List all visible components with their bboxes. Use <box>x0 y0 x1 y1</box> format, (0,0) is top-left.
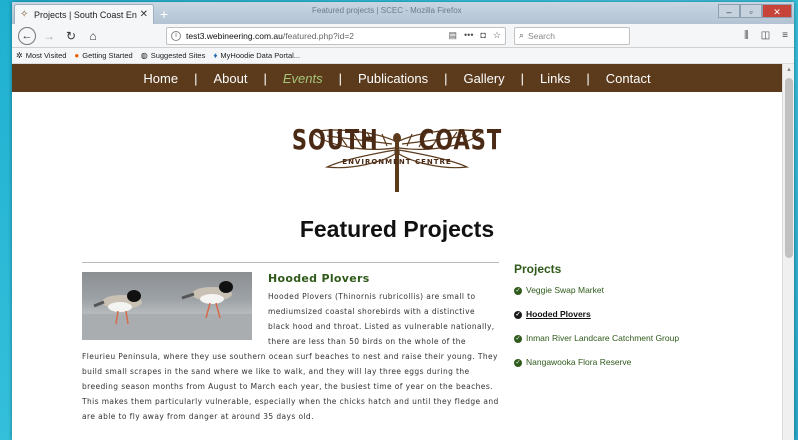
divider <box>82 262 499 263</box>
project-link-nangawooka[interactable]: ✓ Nangawooka Flora Reserve <box>514 356 684 368</box>
minimize-icon[interactable]: – <box>718 4 740 18</box>
project-link-inman-river[interactable]: ✓ Inman River Landcare Catchment Group <box>514 332 684 344</box>
firefox-icon: ● <box>74 51 80 60</box>
tab-bar: ✧ Projects | South Coast Environ ✕ + Fea… <box>12 2 794 24</box>
project-link-hooded-plovers[interactable]: ✓ Hooded Plovers <box>514 308 684 320</box>
bookmark-most-visited[interactable]: ✲ Most Visited <box>16 51 66 60</box>
reload-icon[interactable]: ↻ <box>62 27 80 45</box>
pocket-icon[interactable]: ◘ <box>480 30 485 41</box>
nav-gallery[interactable]: Gallery <box>447 71 520 86</box>
sidebar-toggle-icon[interactable]: ◫ <box>761 30 770 41</box>
hooded-plovers-photo <box>82 272 252 340</box>
gear-icon: ✲ <box>16 51 23 60</box>
home-icon[interactable]: ⌂ <box>84 27 102 45</box>
menu-icon[interactable]: ≡ <box>782 30 788 41</box>
site-logo[interactable]: SOUTH COAST ENVIRONMENT CENTRE <box>12 92 782 196</box>
search-icon: ⌕ <box>519 30 525 40</box>
url-host: test3.webineering.com.au <box>186 30 283 41</box>
globe-icon: ◍ <box>140 51 148 60</box>
library-icon[interactable]: ⫼ <box>744 30 749 41</box>
page-title: Featured Projects <box>299 216 495 242</box>
nav-links[interactable]: Links <box>524 71 586 86</box>
nav-about[interactable]: About <box>197 71 263 86</box>
article-hooded-plovers: Hooded Plovers Hooded Plovers (Thinornis… <box>82 272 499 424</box>
nav-publications[interactable]: Publications <box>342 71 444 86</box>
forward-icon[interactable]: → <box>40 27 58 45</box>
bookmark-myhoodie[interactable]: ♦ MyHoodie Data Portal... <box>213 51 300 60</box>
page-scrollbar[interactable]: ▲ <box>782 64 794 440</box>
site-info-icon[interactable]: i <box>171 30 181 41</box>
bookmark-star-icon[interactable]: ☆ <box>493 30 501 41</box>
check-circle-icon: ✓ <box>514 334 522 343</box>
maximize-icon[interactable]: ▫ <box>740 4 762 18</box>
check-circle-icon: ✓ <box>514 286 522 295</box>
reader-view-icon[interactable]: ▤ <box>449 30 458 41</box>
web-page: Home | About | Events | Publications | Galle… <box>12 64 782 440</box>
bird-icon: ♦ <box>213 51 218 60</box>
project-link-veggie-swap[interactable]: ✓ Veggie Swap Market <box>514 284 684 296</box>
url-bar[interactable]: i test3.webineering.com.au /featured.php… <box>166 26 506 45</box>
close-window-icon[interactable]: ✕ <box>762 4 792 18</box>
dragonfly-favicon-icon: ✧ <box>20 8 29 20</box>
tab-title: Projects | South Coast Environ <box>34 9 137 20</box>
search-box[interactable]: ⌕ Search <box>514 26 630 45</box>
logo-wordmark: SOUTH COAST <box>291 124 503 156</box>
bookmark-suggested-sites[interactable]: ◍ Suggested Sites <box>141 51 206 60</box>
nav-events[interactable]: Events <box>267 71 339 86</box>
tab-projects[interactable]: ✧ Projects | South Coast Environ ✕ <box>14 4 154 24</box>
bookmarks-toolbar: ✲ Most Visited ● Getting Started ◍ Suggeste… <box>12 48 794 64</box>
scroll-up-icon[interactable]: ▲ <box>783 64 794 76</box>
url-path: /featured.php?id=2 <box>282 30 355 41</box>
check-circle-icon: ✓ <box>514 310 522 319</box>
check-circle-icon: ✓ <box>514 358 522 367</box>
logo-subtitle: ENVIRONMENT CENTRE <box>342 158 452 166</box>
site-navigation: Home | About | Events | Publications | Galle… <box>12 64 782 92</box>
search-placeholder: Search <box>528 30 555 41</box>
projects-sidebar: Projects ✓ Veggie Swap Market ✓ Hooded Plo… <box>514 262 684 380</box>
sidebar-title: Projects <box>514 262 562 276</box>
window-controls: – ▫ ✕ <box>718 4 792 18</box>
nav-home[interactable]: Home <box>127 71 194 86</box>
close-tab-icon[interactable]: ✕ <box>140 9 148 20</box>
back-icon[interactable]: ← <box>18 26 36 45</box>
new-tab-icon[interactable]: + <box>160 4 168 24</box>
browser-window: ✧ Projects | South Coast Environ ✕ + Fea… <box>12 2 794 440</box>
window-title: Featured projects | SCEC - Mozilla Firef… <box>312 6 462 15</box>
navigation-toolbar: ← → ↻ ⌂ i test3.webineering.com.au /feat… <box>12 24 794 48</box>
nav-contact[interactable]: Contact <box>590 71 667 86</box>
bookmark-getting-started[interactable]: ● Getting Started <box>74 51 132 60</box>
page-actions-icon[interactable]: ••• <box>464 30 473 41</box>
scrollbar-thumb[interactable] <box>785 78 793 258</box>
